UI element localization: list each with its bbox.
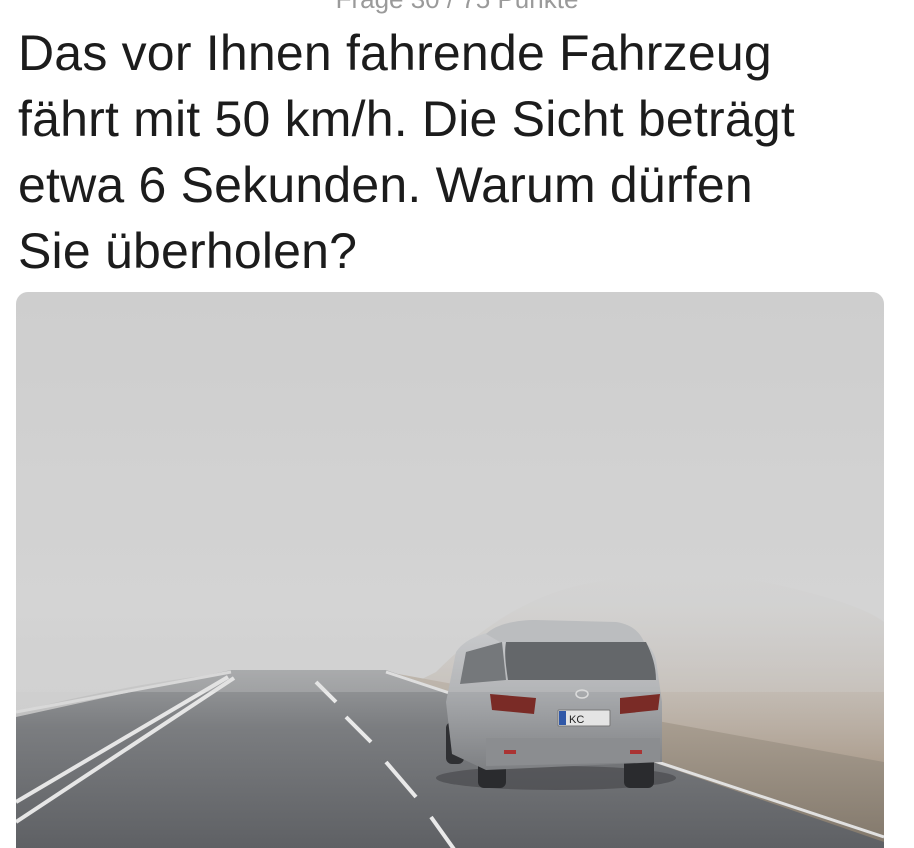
fog-veil xyxy=(16,292,884,692)
license-plate: KC xyxy=(569,714,584,726)
question-line: fährt mit 50 km/h. Die Sicht beträgt xyxy=(18,91,795,147)
question-line: Sie überholen? xyxy=(18,223,358,279)
question-line: Das vor Ihnen fahrende Fahrzeug xyxy=(18,25,772,81)
question-line: etwa 6 Sekunden. Warum dürfen xyxy=(18,157,753,213)
question-text: Das vor Ihnen fahrende Fahrzeug fährt mi… xyxy=(18,20,898,284)
question-header: Frage 30 / 75 Punkte xyxy=(0,0,914,12)
foggy-road-illustration: KC xyxy=(16,292,884,848)
question-image: KC xyxy=(16,292,884,848)
quiz-screen: Frage 30 / 75 Punkte Das vor Ihnen fahre… xyxy=(0,0,914,848)
